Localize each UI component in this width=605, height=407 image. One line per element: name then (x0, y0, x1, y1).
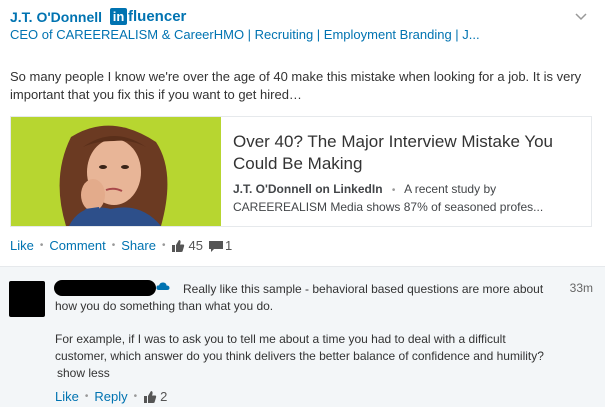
meta-separator: • (391, 185, 396, 196)
comment-button[interactable]: Comment (49, 238, 105, 253)
comment-text-continued: For example, if I was to ask you to tell… (55, 332, 544, 363)
avatar[interactable] (9, 281, 45, 317)
action-separator: • (39, 240, 44, 251)
action-separator: • (133, 391, 138, 402)
comment-actions: Like • Reply • 2 (55, 389, 167, 404)
influencer-badge: in fluencer (110, 8, 186, 25)
action-separator: • (161, 240, 166, 251)
like-count[interactable]: 45 (188, 238, 202, 253)
share-button[interactable]: Share (121, 238, 156, 253)
thumbs-up-icon[interactable] (143, 390, 157, 404)
thumbs-up-icon[interactable] (171, 239, 185, 253)
influencer-logo-text: fluencer (128, 8, 187, 25)
post-actions: Like • Comment • Share • 45 1 (10, 238, 232, 253)
comment-like-count[interactable]: 2 (160, 389, 167, 404)
comment-count[interactable]: 1 (225, 238, 232, 253)
post-text: So many people I know we're over the age… (10, 69, 582, 102)
feed-post: J.T. O'Donnell in fluencer CEO of CAREER… (0, 0, 605, 266)
author-headline: CEO of CAREEREALISM & CareerHMO | Recrui… (10, 27, 480, 42)
action-separator: • (111, 240, 116, 251)
influencer-logo-box: in (110, 8, 128, 25)
woman-photo-icon (11, 117, 221, 226)
article-card[interactable]: Over 40? The Major Interview Mistake You… (10, 116, 592, 227)
article-meta: J.T. O'Donnell on LinkedIn • A recent st… (233, 181, 583, 215)
comment-text: Really like this sample - behavioral bas… (55, 282, 544, 313)
like-button[interactable]: Like (10, 238, 34, 253)
article-body: Over 40? The Major Interview Mistake You… (221, 117, 583, 226)
author-name[interactable]: J.T. O'Donnell (10, 9, 102, 25)
comment-bubble-icon[interactable] (208, 239, 224, 253)
action-separator: • (84, 391, 89, 402)
chevron-down-icon[interactable] (575, 10, 587, 22)
comments-section: Really like this sample - behavioral bas… (0, 266, 605, 407)
comment-timestamp: 33m (569, 281, 593, 295)
comment-like-button[interactable]: Like (55, 389, 79, 404)
reply-button[interactable]: Reply (94, 389, 127, 404)
article-source: J.T. O'Donnell on LinkedIn (233, 182, 383, 196)
post-author-row: J.T. O'Donnell in fluencer (10, 8, 186, 25)
article-title[interactable]: Over 40? The Major Interview Mistake You… (233, 131, 583, 175)
article-thumbnail[interactable] (11, 117, 221, 226)
show-less-link[interactable]: show less (57, 366, 110, 380)
